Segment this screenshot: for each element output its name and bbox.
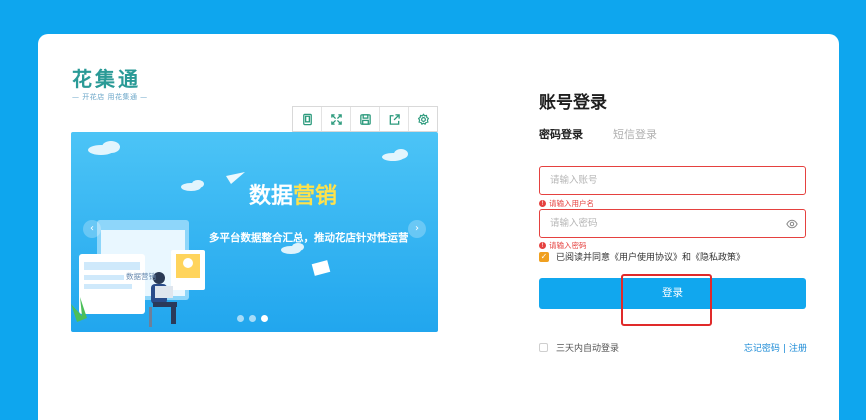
promo-banner: 数据营销 数据营销 多平台数据整合汇总，推动花店针对性运营 ‹ › [71, 132, 438, 332]
eye-icon[interactable] [786, 218, 798, 230]
banner-title-plain: 数据 [249, 184, 294, 209]
banner-toolbar [292, 106, 438, 132]
carousel-dot[interactable] [249, 315, 256, 322]
carousel-dot-active[interactable] [261, 315, 268, 322]
carousel-dots [237, 315, 268, 322]
agreement-text[interactable]: 已阅读并同意《用户使用协议》和《隐私政策》 [556, 250, 745, 263]
login-card: 花集通 — 开花店 用花集通 — 数据营销 数据营销 多平台数据整合汇总，推动花… [38, 34, 839, 420]
footer-links: 忘记密码 | 注册 [744, 341, 807, 354]
banner-title: 数据营销 [249, 178, 337, 210]
login-title: 账号登录 [539, 93, 607, 113]
illustration-label: 数据营销 [126, 272, 156, 281]
remember-label: 三天内自动登录 [556, 344, 620, 354]
carousel-dot[interactable] [237, 315, 244, 322]
fullscreen-icon[interactable] [322, 107, 351, 131]
account-input[interactable]: 请输入账号 [539, 166, 806, 195]
account-error: ! 请输入用户名 [539, 198, 594, 209]
remember-checkbox[interactable] [539, 343, 548, 352]
agreement-checkbox[interactable]: ✓ [539, 251, 549, 262]
tab-sms-login[interactable]: 短信登录 [613, 126, 657, 142]
agreement-row: ✓ 已阅读并同意《用户使用协议》和《隐私政策》 [539, 250, 745, 263]
settings-icon[interactable] [409, 107, 437, 131]
account-error-text: 请输入用户名 [549, 199, 594, 208]
banner-subtitle: 多平台数据整合汇总，推动花店针对性运营 [209, 232, 409, 244]
password-placeholder: 请输入密码 [550, 218, 598, 229]
logo: 花集通 — 开花店 用花集通 — [72, 67, 158, 102]
forgot-password-link[interactable]: 忘记密码 [744, 344, 780, 354]
logo-title: 花集通 [72, 67, 141, 91]
logo-slogan: — 开花店 用花集通 — [72, 93, 148, 101]
tab-password-login[interactable]: 密码登录 [539, 126, 583, 142]
save-icon[interactable] [351, 107, 380, 131]
carousel-next-button[interactable]: › [408, 220, 426, 238]
password-input[interactable]: 请输入密码 [539, 209, 806, 238]
login-button[interactable]: 登录 [539, 278, 806, 309]
remember-row: 三天内自动登录 [539, 341, 619, 354]
error-icon: ! [539, 242, 546, 249]
carousel-prev-button[interactable]: ‹ [83, 220, 101, 238]
login-tabs: 密码登录 短信登录 [539, 126, 657, 142]
tablet-icon[interactable] [293, 107, 322, 131]
register-link[interactable]: 注册 [789, 344, 807, 354]
share-icon[interactable] [380, 107, 409, 131]
link-separator: | [782, 344, 786, 354]
error-icon: ! [539, 200, 546, 207]
banner-title-highlight: 营销 [293, 184, 338, 209]
